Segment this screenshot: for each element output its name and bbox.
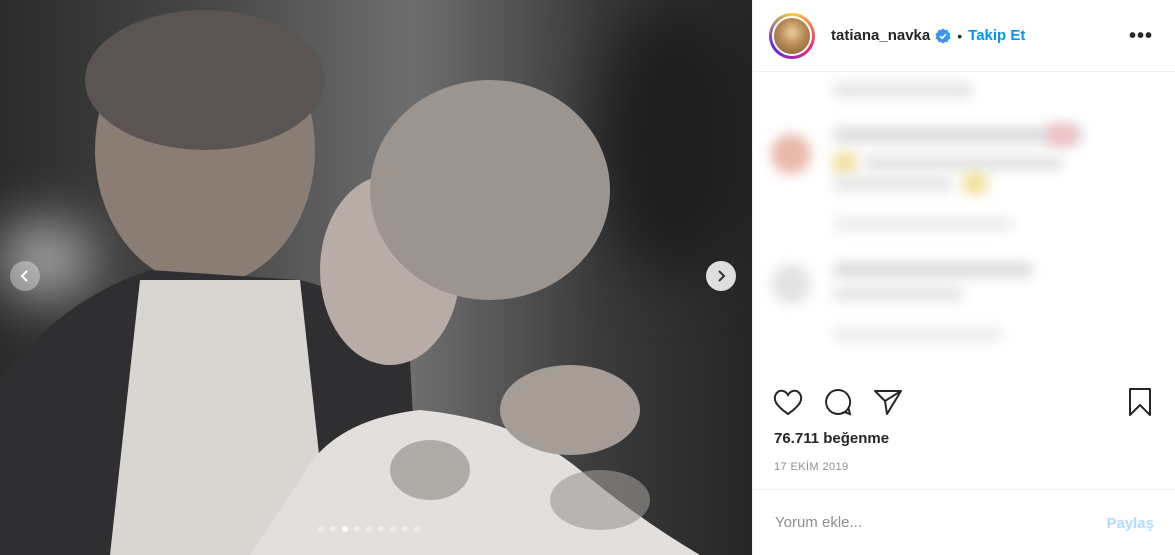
post-side-panel: tatiana_navka • Takip Et ••• 76.711 beğe… — [752, 0, 1175, 555]
instagram-post: tatiana_navka • Takip Et ••• 76.711 beğe… — [0, 0, 1175, 555]
avatar[interactable] — [769, 12, 815, 59]
post-photo[interactable] — [0, 0, 752, 555]
post-comment-button[interactable]: Paylaş — [1106, 515, 1154, 532]
carousel-next-button[interactable] — [706, 261, 736, 291]
chevron-right-icon — [718, 270, 726, 282]
more-options-icon[interactable]: ••• — [1129, 26, 1153, 46]
carousel-dot — [318, 526, 324, 532]
comments-area-blurred — [753, 72, 1175, 382]
separator-dot: • — [957, 27, 963, 44]
add-comment-bar: Paylaş — [753, 489, 1175, 555]
comment-button[interactable] — [822, 386, 854, 418]
share-button[interactable] — [872, 386, 904, 418]
post-header: tatiana_navka • Takip Et ••• — [753, 0, 1175, 72]
carousel-dot — [390, 526, 396, 532]
chevron-left-icon — [20, 270, 28, 282]
photo-man-figure — [0, 10, 700, 555]
save-button[interactable] — [1124, 386, 1156, 418]
carousel-dot — [354, 526, 360, 532]
comment-input[interactable] — [773, 513, 1077, 532]
carousel-dot — [378, 526, 384, 532]
carousel-dot — [330, 526, 336, 532]
like-button[interactable] — [772, 386, 804, 418]
carousel-dot — [414, 526, 420, 532]
carousel-dot-active — [342, 526, 348, 532]
carousel-indicator — [318, 526, 420, 532]
share-icon — [874, 390, 902, 415]
bookmark-icon — [1129, 388, 1151, 416]
post-date[interactable]: 17 EKİM 2019 — [774, 461, 849, 473]
heart-icon — [773, 389, 803, 416]
username-link[interactable]: tatiana_navka — [831, 27, 930, 44]
carousel-dot — [366, 526, 372, 532]
likes-count[interactable]: 76.711 beğenme — [774, 430, 889, 447]
carousel-prev-button[interactable] — [10, 261, 40, 291]
action-bar — [753, 382, 1175, 422]
verified-badge-icon — [935, 28, 951, 43]
follow-button[interactable]: Takip Et — [968, 27, 1025, 44]
comment-icon — [825, 388, 852, 416]
carousel-dot — [402, 526, 408, 532]
